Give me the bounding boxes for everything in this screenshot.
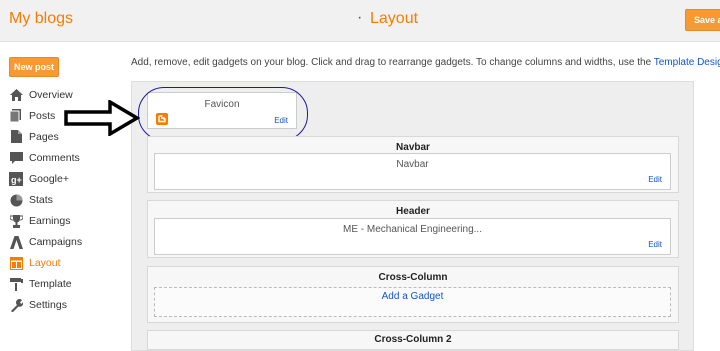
trophy-icon [9, 214, 23, 228]
wrench-icon [9, 298, 23, 312]
gadget-title: ME - Mechanical Engineering... [343, 224, 482, 235]
home-icon [9, 88, 23, 102]
header-edit-link[interactable]: Edit [648, 240, 662, 249]
template-designer-link[interactable]: Template Designer [654, 57, 720, 68]
sidebar-item-comments[interactable]: Comments [9, 147, 82, 168]
section-title: Cross-Column [378, 272, 448, 283]
navbar-section: Navbar Navbar Edit [147, 136, 679, 193]
sidebar-item-stats[interactable]: Stats [9, 189, 82, 210]
cross-column-section: Cross-Column Add a Gadget [147, 266, 679, 323]
sidebar-item-label: Layout [29, 257, 61, 270]
sidebar-item-label: Posts [29, 109, 56, 122]
sidebar-item-label: Campaigns [29, 236, 83, 249]
sidebar-item-label: Overview [29, 88, 73, 101]
page-title: Layout [370, 10, 419, 27]
sidebar-item-google-plus[interactable]: g+ Google+ [9, 168, 82, 189]
comments-icon [9, 151, 23, 165]
pointer-arrow-icon [64, 100, 140, 136]
add-a-gadget-link[interactable]: Add a Gadget [154, 287, 671, 317]
gadget-title: Navbar [396, 159, 429, 170]
top-bar: My blogs · Layout Save arrangement [0, 0, 720, 42]
header-section: Header ME - Mechanical Engineering... Ed… [147, 200, 679, 258]
sidebar-item-template[interactable]: Template [9, 274, 82, 295]
stats-icon [9, 193, 23, 207]
title-separator: · [357, 9, 363, 26]
section-title: Header [396, 206, 430, 217]
sidebar-item-label: Earnings [29, 215, 71, 228]
template-icon [9, 277, 23, 291]
svg-text:g+: g+ [11, 175, 22, 185]
new-post-button[interactable]: New post [9, 57, 59, 77]
section-title: Navbar [396, 142, 430, 153]
campaigns-icon [9, 235, 23, 249]
my-blogs-link[interactable]: My blogs [9, 10, 73, 28]
sidebar-item-layout[interactable]: Layout [9, 253, 82, 274]
sidebar-item-label: Template [29, 278, 72, 291]
sidebar-item-campaigns[interactable]: Campaigns [9, 232, 82, 253]
navbar-gadget[interactable]: Navbar Edit [154, 153, 671, 190]
sidebar-item-label: Stats [29, 194, 53, 207]
sidebar-item-label: Settings [29, 299, 67, 312]
layout-icon [9, 256, 23, 270]
sidebar-item-earnings[interactable]: Earnings [9, 211, 82, 232]
highlight-oval [138, 87, 308, 141]
sidebar-item-label: Google+ [29, 172, 69, 185]
sidebar-item-label: Pages [29, 130, 59, 143]
sidebar-item-label: Comments [29, 151, 80, 164]
google-plus-icon: g+ [9, 171, 23, 186]
cross-column-2-section: Cross-Column 2 [147, 330, 679, 350]
pages-icon [9, 130, 23, 144]
description-text: Add, remove, edit gadgets on your blog. … [131, 57, 654, 68]
navbar-edit-link[interactable]: Edit [648, 175, 662, 184]
header-gadget[interactable]: ME - Mechanical Engineering... Edit [154, 218, 671, 255]
posts-icon [9, 109, 23, 123]
sidebar-item-settings[interactable]: Settings [9, 295, 82, 316]
save-arrangement-button[interactable]: Save arrangement [685, 9, 720, 31]
layout-description: Add, remove, edit gadgets on your blog. … [131, 57, 720, 68]
